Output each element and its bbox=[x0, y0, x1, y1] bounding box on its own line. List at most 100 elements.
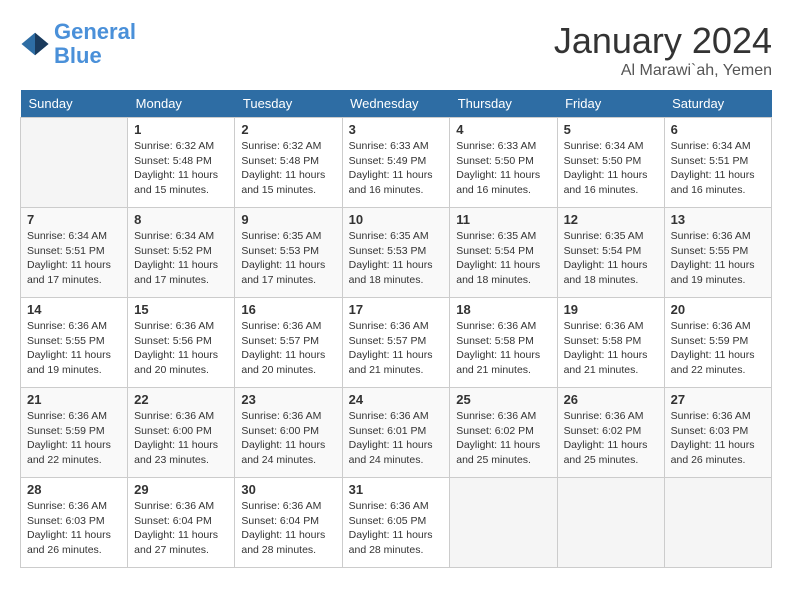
calendar-cell: 16 Sunrise: 6:36 AMSunset: 5:57 PMDayligh… bbox=[235, 298, 342, 388]
calendar-table: SundayMondayTuesdayWednesdayThursdayFrid… bbox=[20, 90, 772, 568]
day-number: 18 bbox=[456, 302, 550, 317]
calendar-cell: 22 Sunrise: 6:36 AMSunset: 6:00 PMDayligh… bbox=[128, 388, 235, 478]
day-info: Sunrise: 6:34 AMSunset: 5:52 PMDaylight:… bbox=[134, 229, 228, 288]
calendar-cell: 3 Sunrise: 6:33 AMSunset: 5:49 PMDaylight… bbox=[342, 118, 450, 208]
day-info: Sunrise: 6:36 AMSunset: 5:57 PMDaylight:… bbox=[241, 319, 335, 378]
day-number: 26 bbox=[564, 392, 658, 407]
title-block: January 2024 Al Marawi`ah, Yemen bbox=[554, 20, 772, 80]
day-info: Sunrise: 6:36 AMSunset: 5:59 PMDaylight:… bbox=[671, 319, 765, 378]
calendar-cell: 1Sunrise: 6:32 AMSunset: 5:48 PMDaylight… bbox=[128, 118, 235, 208]
calendar-cell: 8 Sunrise: 6:34 AMSunset: 5:52 PMDaylight… bbox=[128, 208, 235, 298]
day-info: Sunrise: 6:36 AMSunset: 6:04 PMDaylight:… bbox=[134, 499, 228, 558]
day-number: 16 bbox=[241, 302, 335, 317]
calendar-cell: 26 Sunrise: 6:36 AMSunset: 6:02 PMDayligh… bbox=[557, 388, 664, 478]
calendar-cell: 15 Sunrise: 6:36 AMSunset: 5:56 PMDayligh… bbox=[128, 298, 235, 388]
day-info: Sunrise: 6:34 AMSunset: 5:50 PMDaylight:… bbox=[564, 139, 658, 198]
day-info: Sunrise: 6:33 AMSunset: 5:50 PMDaylight:… bbox=[456, 139, 550, 198]
day-info: Sunrise: 6:34 AMSunset: 5:51 PMDaylight:… bbox=[671, 139, 765, 198]
day-number: 19 bbox=[564, 302, 658, 317]
day-info: Sunrise: 6:35 AMSunset: 5:54 PMDaylight:… bbox=[564, 229, 658, 288]
calendar-cell: 10 Sunrise: 6:35 AMSunset: 5:53 PMDayligh… bbox=[342, 208, 450, 298]
calendar-cell: 30Sunrise: 6:36 AMSunset: 6:04 PMDayligh… bbox=[235, 478, 342, 568]
day-number: 3 bbox=[349, 122, 444, 137]
day-number: 23 bbox=[241, 392, 335, 407]
day-info: Sunrise: 6:36 AMSunset: 5:57 PMDaylight:… bbox=[349, 319, 444, 378]
day-info: Sunrise: 6:36 AMSunset: 5:58 PMDaylight:… bbox=[564, 319, 658, 378]
calendar-cell: 7 Sunrise: 6:34 AMSunset: 5:51 PMDaylight… bbox=[21, 208, 128, 298]
day-number: 4 bbox=[456, 122, 550, 137]
day-info: Sunrise: 6:36 AMSunset: 6:01 PMDaylight:… bbox=[349, 409, 444, 468]
day-info: Sunrise: 6:35 AMSunset: 5:53 PMDaylight:… bbox=[349, 229, 444, 288]
day-number: 29 bbox=[134, 482, 228, 497]
day-number: 14 bbox=[27, 302, 121, 317]
day-info: Sunrise: 6:36 AMSunset: 6:05 PMDaylight:… bbox=[349, 499, 444, 558]
calendar-cell: 18 Sunrise: 6:36 AMSunset: 5:58 PMDayligh… bbox=[450, 298, 557, 388]
calendar-cell: 31 Sunrise: 6:36 AMSunset: 6:05 PMDayligh… bbox=[342, 478, 450, 568]
day-number: 9 bbox=[241, 212, 335, 227]
day-info: Sunrise: 6:32 AMSunset: 5:48 PMDaylight:… bbox=[241, 139, 335, 198]
day-number: 22 bbox=[134, 392, 228, 407]
day-info: Sunrise: 6:36 AMSunset: 5:55 PMDaylight:… bbox=[27, 319, 121, 378]
day-number: 27 bbox=[671, 392, 765, 407]
day-number: 10 bbox=[349, 212, 444, 227]
calendar-week-row: 7 Sunrise: 6:34 AMSunset: 5:51 PMDaylight… bbox=[21, 208, 772, 298]
weekday-header: Monday bbox=[128, 90, 235, 118]
day-info: Sunrise: 6:36 AMSunset: 5:59 PMDaylight:… bbox=[27, 409, 121, 468]
day-number: 28 bbox=[27, 482, 121, 497]
day-number: 13 bbox=[671, 212, 765, 227]
calendar-cell bbox=[664, 478, 771, 568]
calendar-cell: 28Sunrise: 6:36 AMSunset: 6:03 PMDayligh… bbox=[21, 478, 128, 568]
header-row: SundayMondayTuesdayWednesdayThursdayFrid… bbox=[21, 90, 772, 118]
day-number: 30 bbox=[241, 482, 335, 497]
weekday-header: Thursday bbox=[450, 90, 557, 118]
calendar-cell bbox=[557, 478, 664, 568]
day-info: Sunrise: 6:36 AMSunset: 6:00 PMDaylight:… bbox=[134, 409, 228, 468]
calendar-cell: 11 Sunrise: 6:35 AMSunset: 5:54 PMDayligh… bbox=[450, 208, 557, 298]
logo: General Blue bbox=[20, 20, 136, 68]
calendar-cell: 2 Sunrise: 6:32 AMSunset: 5:48 PMDaylight… bbox=[235, 118, 342, 208]
calendar-cell: 9Sunrise: 6:35 AMSunset: 5:53 PMDaylight… bbox=[235, 208, 342, 298]
day-number: 11 bbox=[456, 212, 550, 227]
calendar-cell: 27 Sunrise: 6:36 AMSunset: 6:03 PMDayligh… bbox=[664, 388, 771, 478]
day-number: 6 bbox=[671, 122, 765, 137]
calendar-cell: 4 Sunrise: 6:33 AMSunset: 5:50 PMDaylight… bbox=[450, 118, 557, 208]
day-number: 8 bbox=[134, 212, 228, 227]
day-info: Sunrise: 6:36 AMSunset: 6:02 PMDaylight:… bbox=[564, 409, 658, 468]
logo-icon bbox=[20, 29, 50, 59]
day-info: Sunrise: 6:36 AMSunset: 5:58 PMDaylight:… bbox=[456, 319, 550, 378]
day-info: Sunrise: 6:33 AMSunset: 5:49 PMDaylight:… bbox=[349, 139, 444, 198]
logo-text: General Blue bbox=[54, 20, 136, 68]
calendar-cell: 14 Sunrise: 6:36 AMSunset: 5:55 PMDayligh… bbox=[21, 298, 128, 388]
day-number: 20 bbox=[671, 302, 765, 317]
calendar-cell: 20 Sunrise: 6:36 AMSunset: 5:59 PMDayligh… bbox=[664, 298, 771, 388]
day-info: Sunrise: 6:36 AMSunset: 6:03 PMDaylight:… bbox=[671, 409, 765, 468]
calendar-cell: 23 Sunrise: 6:36 AMSunset: 6:00 PMDayligh… bbox=[235, 388, 342, 478]
calendar-cell: 21Sunrise: 6:36 AMSunset: 5:59 PMDayligh… bbox=[21, 388, 128, 478]
calendar-cell: 25Sunrise: 6:36 AMSunset: 6:02 PMDayligh… bbox=[450, 388, 557, 478]
day-number: 12 bbox=[564, 212, 658, 227]
calendar-cell: 24Sunrise: 6:36 AMSunset: 6:01 PMDayligh… bbox=[342, 388, 450, 478]
month-title: January 2024 bbox=[554, 20, 772, 62]
day-number: 7 bbox=[27, 212, 121, 227]
day-number: 2 bbox=[241, 122, 335, 137]
day-info: Sunrise: 6:36 AMSunset: 6:02 PMDaylight:… bbox=[456, 409, 550, 468]
calendar-cell: 6 Sunrise: 6:34 AMSunset: 5:51 PMDaylight… bbox=[664, 118, 771, 208]
weekday-header: Tuesday bbox=[235, 90, 342, 118]
day-info: Sunrise: 6:36 AMSunset: 5:55 PMDaylight:… bbox=[671, 229, 765, 288]
day-info: Sunrise: 6:36 AMSunset: 6:00 PMDaylight:… bbox=[241, 409, 335, 468]
day-info: Sunrise: 6:34 AMSunset: 5:51 PMDaylight:… bbox=[27, 229, 121, 288]
day-number: 1 bbox=[134, 122, 228, 137]
day-number: 31 bbox=[349, 482, 444, 497]
weekday-header: Wednesday bbox=[342, 90, 450, 118]
calendar-cell: 13 Sunrise: 6:36 AMSunset: 5:55 PMDayligh… bbox=[664, 208, 771, 298]
day-number: 15 bbox=[134, 302, 228, 317]
calendar-cell bbox=[21, 118, 128, 208]
calendar-week-row: 14 Sunrise: 6:36 AMSunset: 5:55 PMDayligh… bbox=[21, 298, 772, 388]
calendar-cell: 17Sunrise: 6:36 AMSunset: 5:57 PMDayligh… bbox=[342, 298, 450, 388]
location-title: Al Marawi`ah, Yemen bbox=[554, 62, 772, 80]
calendar-week-row: 1 Sunrise: 6:32 AMSunset: 5:48 PMDaylight… bbox=[21, 118, 772, 208]
calendar-cell: 12 Sunrise: 6:35 AMSunset: 5:54 PMDayligh… bbox=[557, 208, 664, 298]
day-number: 5 bbox=[564, 122, 658, 137]
day-info: Sunrise: 6:35 AMSunset: 5:54 PMDaylight:… bbox=[456, 229, 550, 288]
day-info: Sunrise: 6:36 AMSunset: 5:56 PMDaylight:… bbox=[134, 319, 228, 378]
